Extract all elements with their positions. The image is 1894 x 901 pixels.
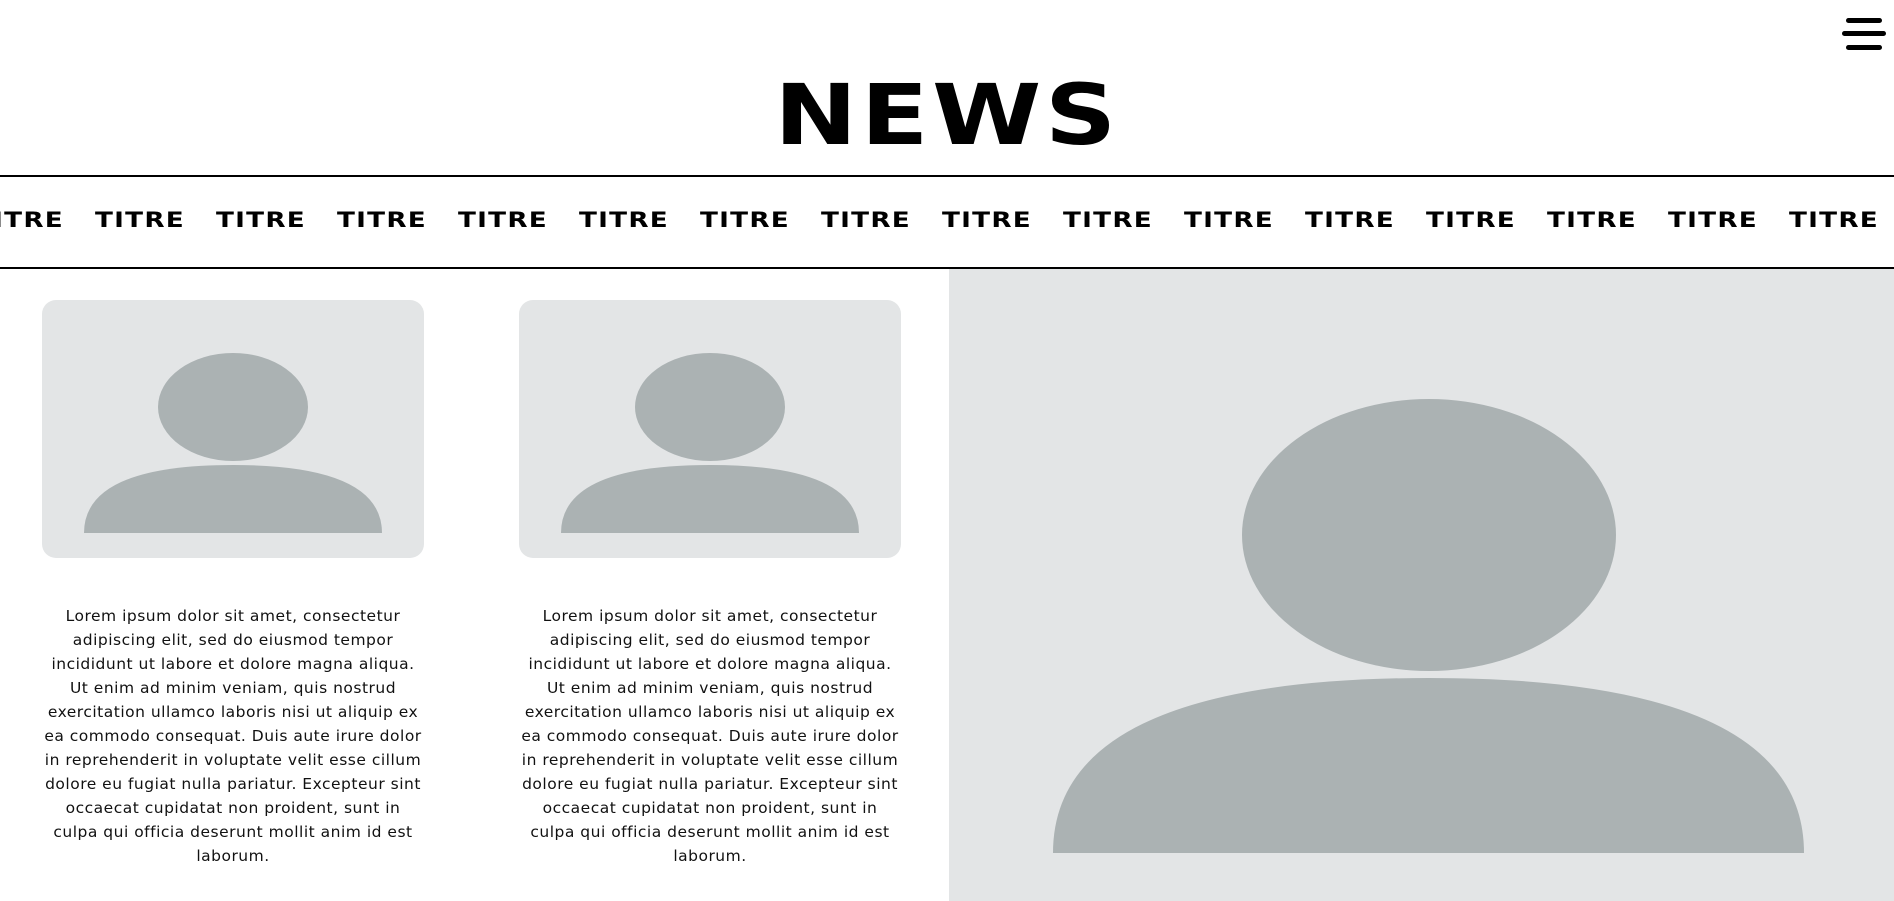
ticker-headline[interactable]: TITRE [1426, 208, 1516, 232]
hero-image[interactable] [949, 269, 1894, 901]
ticker-headline[interactable]: TITRE [337, 208, 427, 232]
ticker-headline[interactable]: TITRE [458, 208, 548, 232]
article-text: Lorem ipsum dolor sit amet, consectetur … [521, 607, 899, 865]
ticker-headline[interactable]: TITRE [216, 208, 306, 232]
article-text: Lorem ipsum dolor sit amet, consectetur … [44, 607, 422, 865]
ticker-headline[interactable]: TITRE [1184, 208, 1274, 232]
menu-line [1846, 18, 1882, 23]
ticker-headline[interactable]: TITRE [95, 208, 185, 232]
article-image[interactable] [42, 300, 424, 558]
article-image[interactable] [519, 300, 901, 558]
ticker-headline[interactable]: TITRE [1547, 208, 1637, 232]
ticker-headline[interactable]: TITRE [1789, 208, 1879, 232]
menu-line [1846, 45, 1882, 50]
ticker-headline[interactable]: TITRE [821, 208, 911, 232]
page-title: NEWS [774, 66, 1120, 164]
user-placeholder-icon [84, 353, 382, 533]
hamburger-menu-icon[interactable] [1840, 14, 1886, 54]
user-placeholder-icon [1053, 399, 1804, 853]
ticker-headline[interactable]: TITRE [1305, 208, 1395, 232]
ticker-headline[interactable]: TITRE [1063, 208, 1153, 232]
article-card[interactable]: Lorem ipsum dolor sit amet, consectetur … [42, 300, 424, 884]
news-page: NEWS TITRETITRETITRETITRETITRETITRETITRE… [0, 0, 1894, 901]
ticker-headline[interactable]: TITRE [700, 208, 790, 232]
ticker-headline[interactable]: TITRE [579, 208, 669, 232]
user-placeholder-icon [561, 353, 859, 533]
ticker-headline[interactable]: TITRE [1668, 208, 1758, 232]
ticker-headline[interactable]: TITRE [0, 208, 64, 232]
ticker-headline[interactable]: TITRE [942, 208, 1032, 232]
article-card[interactable]: Lorem ipsum dolor sit amet, consectetur … [519, 300, 901, 884]
menu-line [1842, 31, 1886, 36]
headline-ticker: TITRE TITRE TITRE TITRE TITRE TITRE TITRE TITRE… [0, 175, 1894, 269]
